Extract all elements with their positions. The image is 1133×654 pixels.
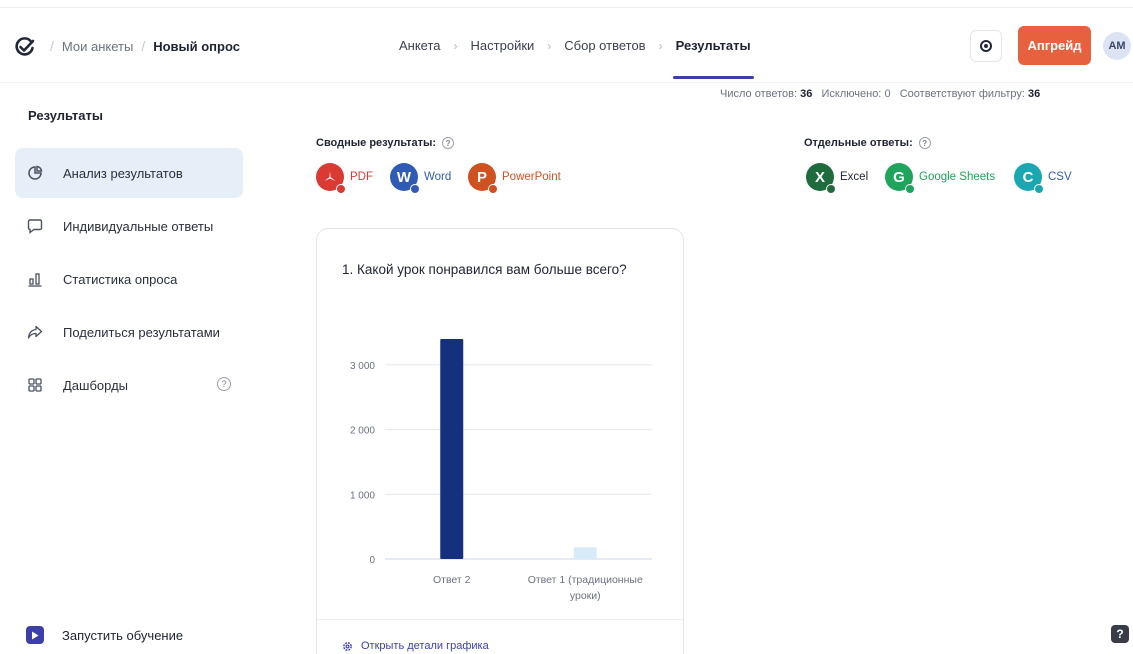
summary-export-label: Сводные результаты: ? — [316, 137, 455, 149]
sidebar-item-individual[interactable]: Индивидуальные ответы — [15, 201, 243, 251]
word-icon: W — [390, 163, 420, 194]
breadcrumb-current[interactable]: Новый опрос — [153, 39, 240, 54]
top-bar: / Мои анкеты / Новый опрос Анкета › Наст… — [0, 0, 1133, 90]
export-word-button[interactable]: W Word — [390, 163, 452, 194]
help-button[interactable]: ? — [1111, 625, 1129, 643]
excel-icon: X — [806, 163, 836, 194]
export-excel-button[interactable]: X Excel — [806, 163, 869, 194]
y-tick-label: 1 000 — [350, 490, 375, 501]
top-divider — [0, 7, 1133, 8]
breadcrumb: / Мои анкеты / Новый опрос — [42, 38, 240, 54]
logo-icon[interactable] — [14, 36, 36, 58]
play-icon — [26, 626, 44, 644]
start-tour-button[interactable]: Запустить обучение — [26, 626, 183, 644]
question-card: 1. Какой урок понравился вам больше всег… — [316, 228, 684, 654]
sidebar-item-stats[interactable]: Статистика опроса — [15, 254, 243, 304]
breadcrumb-my-surveys[interactable]: Мои анкеты — [62, 39, 133, 54]
x-tick-label: уроки) — [570, 590, 601, 602]
filter-label: Соответствуют фильтру: — [899, 88, 1025, 100]
x-tick-label: Ответ 1 (традиционные — [528, 574, 643, 586]
bar — [440, 339, 464, 559]
grid-icon — [23, 377, 47, 393]
sidebar-item-label: Статистика опроса — [63, 271, 178, 287]
bar-chart: 0 1 000 2 000 3 000 Ответ 2 Ответ 1 (традицио… — [350, 339, 652, 602]
sidebar-title: Результаты — [28, 108, 103, 123]
sidebar-item-label: Индивидуальные ответы — [63, 218, 214, 234]
chevron-right-icon: › — [658, 38, 663, 53]
x-tick-label: Ответ 2 — [433, 574, 471, 586]
download-icon — [826, 184, 836, 194]
excel-label: Excel — [840, 171, 869, 183]
chevron-right-icon: › — [547, 38, 552, 53]
google-sheets-letter: G — [893, 168, 905, 186]
excluded-label: Исключено: — [821, 88, 882, 100]
export-google-sheets-button[interactable]: G Google Sheets — [885, 163, 996, 194]
avatar[interactable]: AM — [1103, 32, 1131, 60]
google-sheets-icon: G — [885, 163, 915, 194]
download-icon — [336, 184, 346, 194]
step-navigation: Анкета › Настройки › Сбор ответов › Резу… — [398, 38, 754, 79]
gear-icon — [343, 641, 352, 651]
export-pdf-button[interactable]: PDF — [316, 163, 373, 194]
preview-button[interactable] — [970, 30, 1002, 62]
y-tick-label: 2 000 — [350, 426, 375, 437]
chat-bubble-icon — [23, 218, 47, 234]
sidebar-item-label: Анализ результатов — [63, 165, 183, 181]
y-tick-label: 3 000 — [350, 361, 375, 372]
export-powerpoint-button[interactable]: P PowerPoint — [468, 163, 561, 194]
download-icon — [488, 184, 498, 194]
download-icon — [1034, 184, 1044, 194]
share-arrow-icon — [23, 324, 47, 340]
breadcrumb-separator: / — [50, 38, 54, 54]
upgrade-button[interactable]: Апгрейд — [1018, 26, 1091, 65]
csv-letter: C — [1022, 168, 1034, 186]
csv-icon: C — [1014, 163, 1044, 194]
breadcrumb-separator: / — [141, 38, 146, 54]
powerpoint-letter: P — [476, 168, 487, 186]
step-collect[interactable]: Сбор ответов — [563, 38, 646, 53]
eye-icon — [980, 40, 992, 52]
bar — [573, 547, 597, 559]
excel-letter: X — [814, 168, 825, 186]
csv-label: CSV — [1048, 171, 1072, 183]
download-icon — [410, 184, 420, 194]
responses-value: 36 — [800, 88, 813, 100]
pie-chart-icon — [23, 165, 47, 181]
powerpoint-icon: P — [468, 163, 498, 194]
step-settings[interactable]: Настройки — [470, 38, 536, 53]
bar-stats-icon — [23, 271, 47, 287]
excluded-value: 0 — [884, 88, 891, 100]
word-letter: W — [396, 168, 412, 186]
step-results[interactable]: Результаты — [672, 38, 754, 79]
sidebar-item-label: Поделиться результатами — [63, 324, 220, 340]
sidebar-item-analysis[interactable]: Анализ результатов — [15, 148, 243, 198]
filter-value: 36 — [1027, 88, 1041, 100]
card-divider — [317, 619, 683, 620]
help-icon[interactable]: ? — [918, 137, 931, 149]
google-sheets-label: Google Sheets — [919, 171, 996, 183]
download-icon — [905, 184, 915, 194]
word-label: Word — [424, 171, 452, 183]
help-icon[interactable]: ? — [217, 377, 231, 391]
start-tour-label: Запустить обучение — [62, 627, 184, 643]
open-chart-details-label: Открыть детали графика — [361, 640, 489, 652]
open-chart-details-link[interactable]: Открыть детали графика — [342, 640, 489, 652]
sidebar-item-label: Дашборды — [63, 377, 128, 393]
individual-export-label: Отдельные ответы: ? — [804, 137, 931, 149]
export-csv-button[interactable]: C CSV — [1014, 163, 1072, 194]
pdf-icon — [316, 163, 346, 194]
responses-label: Число ответов: — [720, 88, 798, 100]
individual-export-text: Отдельные ответы: — [804, 137, 913, 149]
sidebar-item-share[interactable]: Поделиться результатами — [15, 307, 243, 357]
y-tick-label: 0 — [369, 555, 375, 566]
sidebar-item-dashboards[interactable]: Дашборды ? — [15, 360, 243, 410]
response-counts: Число ответов: 36 Исключено: 0 Соответст… — [720, 88, 1040, 100]
pdf-label: PDF — [350, 171, 373, 183]
header-divider — [0, 82, 1133, 83]
chevron-right-icon: › — [453, 38, 458, 53]
help-icon[interactable]: ? — [442, 137, 455, 149]
step-survey[interactable]: Анкета — [398, 38, 442, 53]
summary-export-text: Сводные результаты: — [316, 137, 437, 149]
powerpoint-label: PowerPoint — [502, 171, 561, 183]
